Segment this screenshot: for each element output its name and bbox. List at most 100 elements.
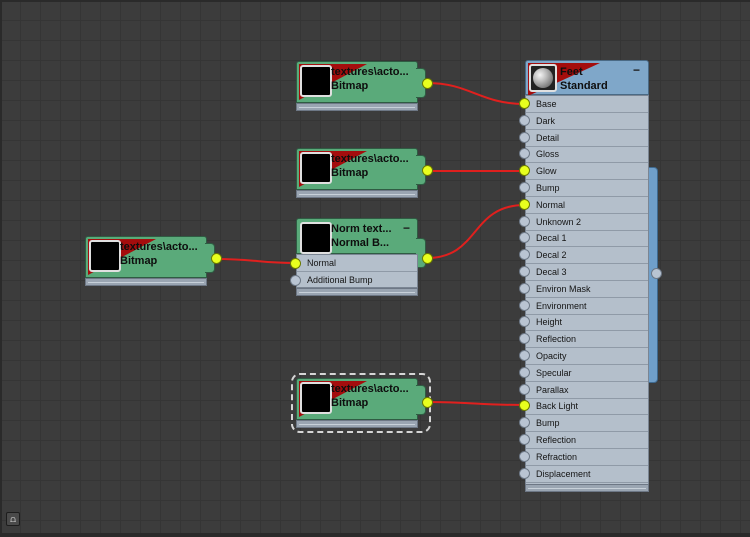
material-node[interactable]: Feet Standard − Base Dark Detail Gloss Glow B… <box>519 60 665 492</box>
material-slot-reflection[interactable]: Reflection <box>526 432 648 449</box>
input-port-decal-3[interactable] <box>519 266 530 277</box>
material-output-port[interactable] <box>651 268 662 279</box>
slot-label: Environ Mask <box>536 283 591 294</box>
material-slot-decal-3[interactable]: Decal 3 <box>526 264 648 281</box>
bitmap-node-left[interactable]: textures\acto... Bitmap <box>85 236 222 286</box>
input-port-parallax[interactable] <box>519 383 530 395</box>
input-port-opacity[interactable] <box>519 350 530 361</box>
slot-label: Height <box>536 317 563 328</box>
wire-normal[interactable] <box>426 204 526 259</box>
input-port-bump[interactable] <box>519 182 530 193</box>
node-footer <box>296 420 418 428</box>
input-port-base[interactable] <box>519 98 530 109</box>
slot-label: Displacement <box>536 468 591 479</box>
slot-normal[interactable]: Normal <box>297 255 417 272</box>
material-slot-normal[interactable]: Normal <box>526 197 648 214</box>
output-port[interactable] <box>422 165 433 176</box>
output-port[interactable] <box>422 397 433 408</box>
material-slot-bump[interactable]: Bump <box>526 180 648 197</box>
texture-thumbnail <box>300 152 332 184</box>
node-title: textures\acto... <box>331 153 409 165</box>
input-port-detail[interactable] <box>519 131 530 143</box>
slot-label: Gloss <box>536 149 560 160</box>
material-name: Feet <box>560 66 583 78</box>
wire-backlight[interactable] <box>426 401 526 406</box>
input-port-specular[interactable] <box>519 366 530 378</box>
node-title: Norm text... <box>331 223 392 235</box>
node-header[interactable]: textures\acto... Bitmap <box>296 61 418 103</box>
view-toggle-icon[interactable]: ⩍ <box>6 512 20 526</box>
slot-label: Detail <box>536 132 560 143</box>
material-slot-decal-1[interactable]: Decal 1 <box>526 230 648 248</box>
material-slot-opacity[interactable]: Opacity <box>526 348 648 365</box>
material-slot-glow[interactable]: Glow <box>526 163 648 181</box>
texture-thumbnail <box>300 222 332 254</box>
wire-base[interactable] <box>426 82 526 105</box>
node-header[interactable]: textures\acto... Bitmap <box>85 236 207 278</box>
material-slot-base[interactable]: Base <box>526 96 648 113</box>
slot-label: Decal 3 <box>536 267 567 277</box>
slot-label: Base <box>536 99 557 109</box>
input-port-normal[interactable] <box>290 258 301 269</box>
input-port-additional-bump[interactable] <box>290 275 301 286</box>
material-slot-environ-mask[interactable]: Environ Mask <box>526 281 648 298</box>
node-header[interactable]: textures\acto... Bitmap <box>296 378 418 420</box>
input-port-refraction[interactable] <box>519 450 530 462</box>
material-type: Standard <box>560 80 608 92</box>
material-slot-parallax[interactable]: Parallax <box>526 382 648 399</box>
node-type: Bitmap <box>331 397 369 409</box>
node-type: Bitmap <box>331 167 369 179</box>
slot-list: Normal Additional Bump <box>296 254 418 288</box>
bitmap-node-base[interactable]: textures\acto... Bitmap <box>296 61 433 111</box>
collapse-button[interactable]: − <box>633 64 640 76</box>
material-slot-dark[interactable]: Dark <box>526 113 648 130</box>
node-header[interactable]: textures\acto... Bitmap <box>296 148 418 190</box>
input-port-dark[interactable] <box>519 114 530 126</box>
slot-label: Normal <box>307 258 337 268</box>
texture-thumbnail <box>300 382 332 414</box>
normal-bump-node[interactable]: Norm text... Normal B... − Normal Additi… <box>290 218 433 303</box>
bitmap-node-backlight[interactable]: textures\acto... Bitmap <box>291 373 433 433</box>
material-slot-reflection[interactable]: Reflection <box>526 331 648 349</box>
slot-label: Dark <box>536 115 556 126</box>
collapse-button[interactable]: − <box>403 222 410 234</box>
bitmap-node-glow[interactable]: textures\acto... Bitmap <box>296 148 433 198</box>
output-port[interactable] <box>422 78 433 89</box>
slot-label: Decal 1 <box>536 233 567 244</box>
material-slot-gloss[interactable]: Gloss <box>526 146 648 164</box>
node-header[interactable]: Norm text... Normal B... − <box>296 218 418 254</box>
input-port-unknown-2[interactable] <box>519 215 530 227</box>
material-slot-bump[interactable]: Bump <box>526 415 648 433</box>
material-slot-displacement[interactable]: Displacement <box>526 466 648 483</box>
output-port[interactable] <box>422 253 433 264</box>
input-port-normal[interactable] <box>519 198 530 210</box>
material-slot-list: Base Dark Detail Gloss Glow Bump Normal Unknown… <box>525 95 649 485</box>
input-port-environment[interactable] <box>519 299 530 311</box>
slot-label: Refraction <box>536 451 578 462</box>
node-title: textures\acto... <box>120 241 198 253</box>
slot-label: Bump <box>536 418 560 429</box>
material-slot-environment[interactable]: Environment <box>526 298 648 315</box>
material-slot-back-light[interactable]: Back Light <box>526 398 648 416</box>
input-port-displacement[interactable] <box>519 467 530 479</box>
slot-label: Reflection <box>536 435 577 445</box>
slot-label: Environment <box>536 300 587 311</box>
material-slot-detail[interactable]: Detail <box>526 130 648 147</box>
material-slot-refraction[interactable]: Refraction <box>526 449 648 466</box>
slot-label: Decal 2 <box>536 250 567 261</box>
material-slot-height[interactable]: Height <box>526 314 648 332</box>
material-slot-unknown-2[interactable]: Unknown 2 <box>526 214 648 231</box>
material-slot-specular[interactable]: Specular <box>526 365 648 382</box>
input-port-environ-mask[interactable] <box>519 282 530 294</box>
output-port[interactable] <box>211 253 222 264</box>
slot-label: Glow <box>536 166 557 177</box>
slot-label: Reflection <box>536 334 577 345</box>
input-port-reflection[interactable] <box>519 434 530 445</box>
wire-left-to-normal[interactable] <box>214 258 296 264</box>
material-slot-decal-2[interactable]: Decal 2 <box>526 247 648 265</box>
material-header[interactable]: Feet Standard − <box>525 60 649 96</box>
node-type: Bitmap <box>120 255 158 267</box>
slot-additional-bump[interactable]: Additional Bump <box>297 272 417 289</box>
node-footer <box>525 484 649 492</box>
node-footer <box>85 278 207 286</box>
